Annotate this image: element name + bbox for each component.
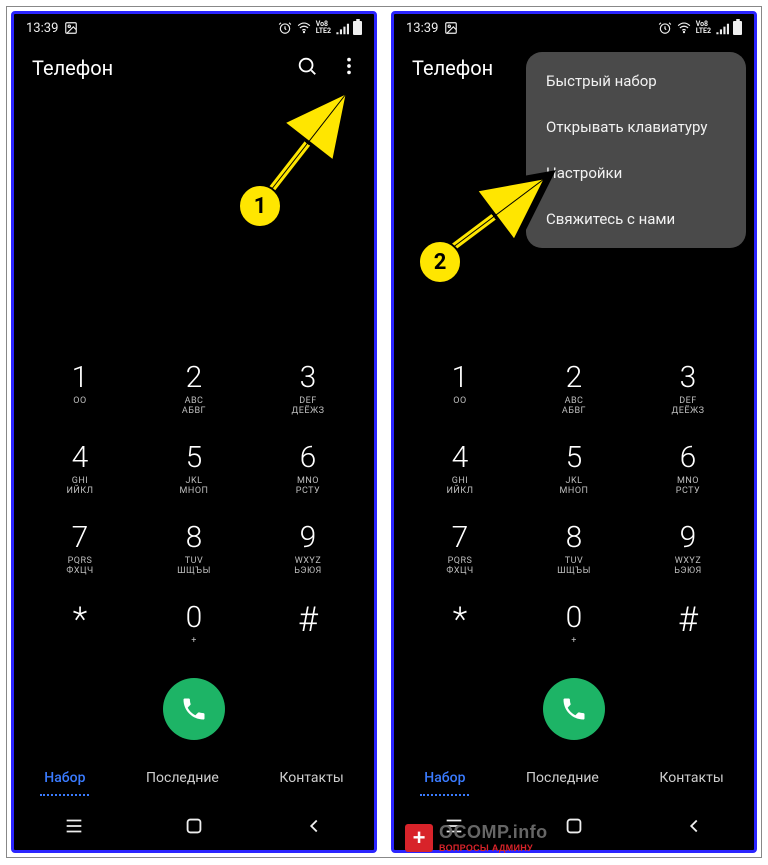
nav-home[interactable] <box>183 815 205 841</box>
wifi-icon <box>296 21 312 35</box>
nav-back[interactable] <box>683 815 705 841</box>
key-8[interactable]: 8TUV ШЩЪЫ <box>144 522 244 576</box>
nav-recents[interactable] <box>63 815 85 841</box>
search-button[interactable] <box>296 55 318 81</box>
tab-recent[interactable]: Последние <box>140 766 225 790</box>
key-6[interactable]: 6MNO РСТУ <box>638 442 738 496</box>
tab-dial[interactable]: Набор <box>38 766 91 790</box>
key-5[interactable]: 5JKL МНОП <box>144 442 244 496</box>
watermark-logo-icon: + <box>405 824 433 852</box>
key-hash[interactable]: # <box>638 602 738 646</box>
key-1[interactable]: 1ОО <box>410 362 510 416</box>
watermark-suffix: .info <box>507 822 548 842</box>
battery-icon <box>353 21 362 35</box>
key-9[interactable]: 9WXYZ ЬЭЮЯ <box>258 522 358 576</box>
tab-contacts[interactable]: Контакты <box>653 766 729 790</box>
watermark: + OCOMP.info ВОПРОСЫ АДМИНУ <box>405 822 548 853</box>
signal-icon <box>715 21 729 35</box>
key-7[interactable]: 7PQRS ФХЦЧ <box>410 522 510 576</box>
nav-home[interactable] <box>563 815 585 841</box>
annotation-badge-2: 2 <box>418 240 462 284</box>
status-bar: 13:39 Vo8LTE2 <box>394 14 754 42</box>
status-time: 13:39 <box>406 21 438 36</box>
key-6[interactable]: 6MNO РСТУ <box>258 442 358 496</box>
phone-icon <box>560 695 588 723</box>
key-star[interactable]: * <box>30 602 130 646</box>
search-icon <box>296 55 318 77</box>
key-4[interactable]: 4GHI ИЙКЛ <box>410 442 510 496</box>
watermark-tagline: ВОПРОСЫ АДМИНУ <box>439 843 548 853</box>
key-3[interactable]: 3DEF ДЕЁЖЗ <box>638 362 738 416</box>
wifi-icon <box>676 21 692 35</box>
key-7[interactable]: 7PQRS ФХЦЧ <box>30 522 130 576</box>
key-hash[interactable]: # <box>258 602 358 646</box>
more-menu-button[interactable] <box>338 55 360 81</box>
key-1[interactable]: 1ОО <box>30 362 130 416</box>
key-4[interactable]: 4GHI ИЙКЛ <box>30 442 130 496</box>
image-icon <box>444 21 458 35</box>
key-9[interactable]: 9WXYZ ЬЭЮЯ <box>638 522 738 576</box>
nav-back[interactable] <box>303 815 325 841</box>
screenshot-step-1: 13:39 Vo8LTE2 Телефон <box>11 11 377 853</box>
key-2[interactable]: 2ABC АБВГ <box>524 362 624 416</box>
dialpad: 1ОО 2ABC АБВГ 3DEF ДЕЁЖЗ 4GHI ИЙКЛ 5JKL … <box>14 362 374 672</box>
app-title: Телефон <box>32 56 113 80</box>
dialpad: 1ОО 2ABC АБВГ 3DEF ДЕЁЖЗ 4GHI ИЙКЛ 5JKL … <box>394 362 754 672</box>
screenshot-step-2: 13:39 Vo8LTE2 Телефон Быстрый набор Откр… <box>391 11 757 853</box>
menu-speed-dial[interactable]: Быстрый набор <box>526 58 746 104</box>
app-title: Телефон <box>412 56 493 80</box>
tab-recent[interactable]: Последние <box>520 766 605 790</box>
battery-icon <box>733 21 742 35</box>
watermark-brand: OCOMP <box>439 822 507 842</box>
key-0[interactable]: 0+ <box>524 602 624 646</box>
network-label-1: Vo8LTE2 <box>316 21 331 35</box>
menu-open-keyboard[interactable]: Открывать клавиатуру <box>526 104 746 150</box>
annotation-badge-1: 1 <box>238 184 282 228</box>
phone-icon <box>180 695 208 723</box>
key-0[interactable]: 0+ <box>144 602 244 646</box>
status-time: 13:39 <box>26 21 58 36</box>
tab-contacts[interactable]: Контакты <box>273 766 349 790</box>
network-label-1: Vo8LTE2 <box>696 21 711 35</box>
tab-dial[interactable]: Набор <box>418 766 471 790</box>
status-bar: 13:39 Vo8LTE2 <box>14 14 374 42</box>
call-button[interactable] <box>163 678 225 740</box>
key-5[interactable]: 5JKL МНОП <box>524 442 624 496</box>
image-icon <box>64 21 78 35</box>
key-2[interactable]: 2ABC АБВГ <box>144 362 244 416</box>
bottom-tabs: Набор Последние Контакты <box>394 754 754 802</box>
android-navbar <box>14 806 374 850</box>
signal-icon <box>335 21 349 35</box>
alarm-icon <box>658 21 672 35</box>
key-3[interactable]: 3DEF ДЕЁЖЗ <box>258 362 358 416</box>
alarm-icon <box>278 21 292 35</box>
more-vertical-icon <box>338 55 360 77</box>
key-8[interactable]: 8TUV ШЩЪЫ <box>524 522 624 576</box>
bottom-tabs: Набор Последние Контакты <box>14 754 374 802</box>
call-button[interactable] <box>543 678 605 740</box>
key-star[interactable]: * <box>410 602 510 646</box>
